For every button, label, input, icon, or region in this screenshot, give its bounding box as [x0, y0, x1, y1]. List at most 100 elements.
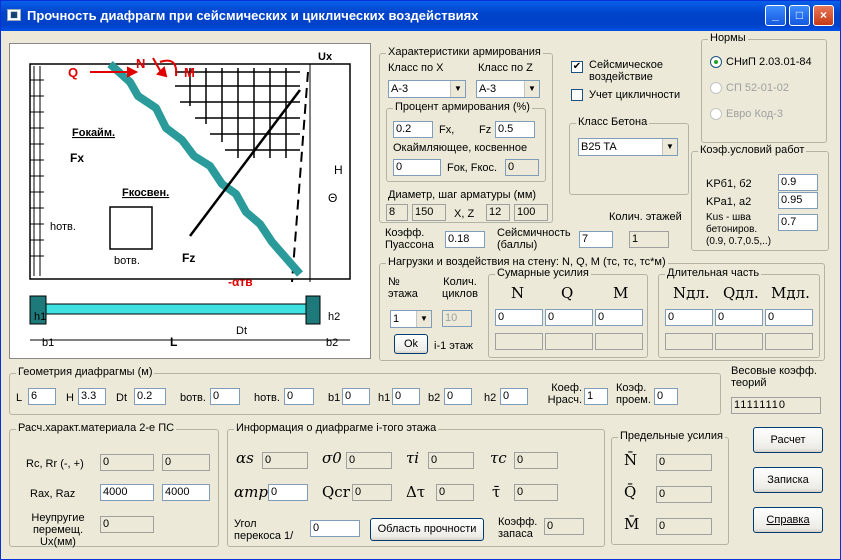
mdl-input[interactable]: 0 [765, 309, 813, 326]
loads-group: Нагрузки и воздействия на стену: N, Q, M… [379, 256, 825, 361]
delta-tau-input[interactable]: 0 [436, 484, 474, 501]
Dt-label: Dt [236, 325, 247, 337]
h-label: H [334, 163, 343, 177]
qdl-prev-input[interactable] [715, 333, 763, 350]
calculate-button[interactable]: Расчет [753, 427, 823, 453]
b2-input[interactable]: 0 [444, 388, 472, 405]
m-prev-input[interactable] [595, 333, 643, 350]
note-button[interactable]: Записка [753, 467, 823, 493]
norm-euro-label: Евро Код-3 [726, 108, 783, 120]
mdl-header: Mдл. [771, 284, 810, 302]
fz-label: Fz [182, 251, 195, 265]
m-limit-input[interactable]: 0 [656, 518, 712, 535]
rax-input[interactable]: 4000 [100, 484, 154, 501]
concrete-select[interactable]: B25 TA ▼ [578, 138, 678, 156]
close-button[interactable]: × [813, 5, 834, 26]
n-prev-input[interactable] [495, 333, 543, 350]
window-title: Прочность диафрагм при сейсмических и ци… [27, 8, 479, 23]
q-input[interactable]: 0 [545, 309, 593, 326]
q-prev-input[interactable] [545, 333, 593, 350]
diameter-z-input[interactable]: 12 [486, 204, 510, 221]
floors-input[interactable]: 1 [629, 231, 669, 248]
qdl-input[interactable]: 0 [715, 309, 763, 326]
minimize-button[interactable]: _ [765, 5, 786, 26]
norm-euro-radio[interactable] [710, 108, 722, 120]
xz-label: X, Z [454, 208, 475, 220]
fz-input[interactable]: 0.5 [495, 121, 535, 138]
fkosven-label: Fкосвен. [122, 187, 169, 199]
fkos-input[interactable]: 0 [505, 159, 539, 176]
class-z-label: Класс по Z [478, 62, 533, 74]
Dt-input[interactable]: 0.2 [134, 388, 166, 405]
fok-input[interactable]: 0 [393, 159, 441, 176]
seismic-checkbox[interactable]: ✔ [571, 61, 583, 73]
weights-input[interactable]: 11111110 [731, 397, 821, 414]
norm-snip-radio[interactable] [710, 56, 722, 68]
ux-input[interactable]: 0 [100, 516, 154, 533]
kras-input[interactable]: 1 [584, 388, 608, 405]
delta-tau-label: Δτ [406, 483, 426, 501]
material-title: Расч.характ.материала 2-е ПС [16, 422, 177, 434]
geometry-title: Геометрия диафрагмы (м) [16, 366, 155, 378]
q-limit-input[interactable]: 0 [656, 486, 712, 503]
alpha-tr-input[interactable]: 0 [268, 484, 308, 501]
botv-input[interactable]: 0 [210, 388, 240, 405]
tau-i-input[interactable]: 0 [428, 452, 474, 469]
mdl-prev-input[interactable] [765, 333, 813, 350]
b1-input[interactable]: 0 [342, 388, 370, 405]
seismicity-input[interactable]: 7 [579, 231, 613, 248]
norm-sp-label: СП 52-01-02 [726, 82, 789, 94]
h2-input[interactable]: 0 [500, 388, 528, 405]
diameter-x-input[interactable]: 8 [386, 204, 408, 221]
kpa-input[interactable]: 0.95 [778, 192, 818, 209]
long-part-group: Длительная часть Nдл. Qдл. Mдл. 0 0 0 [658, 267, 820, 358]
m-arrow-label: M [184, 65, 195, 80]
rr-input[interactable]: 0 [162, 454, 210, 471]
class-x-select[interactable]: А-3 ▼ [388, 80, 466, 98]
ndl-input[interactable]: 0 [665, 309, 713, 326]
floor-select[interactable]: 1 ▼ [390, 310, 432, 328]
step-z-input[interactable]: 100 [514, 204, 548, 221]
alpha-label: -αтв [228, 275, 253, 289]
qcr-label: Qcr [322, 483, 350, 501]
rc-input[interactable]: 0 [100, 454, 154, 471]
chevron-down-icon: ▼ [524, 81, 539, 97]
H-input[interactable]: 3.3 [78, 388, 106, 405]
fx-input[interactable]: 0.2 [393, 121, 433, 138]
poisson-input[interactable]: 0.18 [445, 231, 485, 248]
norm-sp-radio[interactable] [710, 82, 722, 94]
h1-input[interactable]: 0 [392, 388, 420, 405]
strength-area-button[interactable]: Область прочности [370, 518, 484, 541]
kr-input[interactable]: 0.9 [778, 174, 818, 191]
b2-field-label: b2 [428, 392, 441, 404]
help-button[interactable]: Справка [753, 507, 823, 533]
h2-label: h2 [328, 311, 340, 323]
raz-input[interactable]: 4000 [162, 484, 210, 501]
n-limit-input[interactable]: 0 [656, 454, 712, 471]
sum-forces-group: Сумарные усилия N Q M 0 0 0 [488, 267, 648, 358]
hotv-input[interactable]: 0 [284, 388, 314, 405]
cyclic-checkbox[interactable] [571, 89, 583, 101]
ndl-prev-input[interactable] [665, 333, 713, 350]
as-input[interactable]: 0 [262, 452, 308, 469]
diaphragm-drawing: Q N M Ux H Θ Fокайм. Fx Fкосвен. hотв. b… [9, 43, 371, 359]
L-input[interactable]: 6 [28, 388, 56, 405]
tau-c-input[interactable]: 0 [514, 452, 558, 469]
norms-group: Нормы СНиП 2.03.01-84 СП 52-01-02 Евро К… [701, 32, 827, 143]
qcr-input[interactable]: 0 [352, 484, 392, 501]
ok-button[interactable]: Ok [394, 334, 428, 354]
m-input[interactable]: 0 [595, 309, 643, 326]
step-x-input[interactable]: 150 [412, 204, 446, 221]
reserve-input[interactable]: 0 [544, 518, 584, 535]
maximize-button[interactable]: □ [789, 5, 810, 26]
angle-input[interactable]: 0 [310, 520, 360, 537]
kpro-input[interactable]: 0 [654, 388, 678, 405]
class-z-select[interactable]: А-3 ▼ [476, 80, 540, 98]
material-group: Расч.характ.материала 2-е ПС Rc, Rr (-, … [9, 422, 219, 548]
kus-input[interactable]: 0.7 [778, 214, 818, 231]
n-input[interactable]: 0 [495, 309, 543, 326]
tau-bar-input[interactable]: 0 [514, 484, 558, 501]
sigma0-input[interactable]: 0 [346, 452, 392, 469]
cycles-input[interactable]: 10 [442, 310, 472, 327]
tau-c-label: τc [490, 449, 507, 467]
